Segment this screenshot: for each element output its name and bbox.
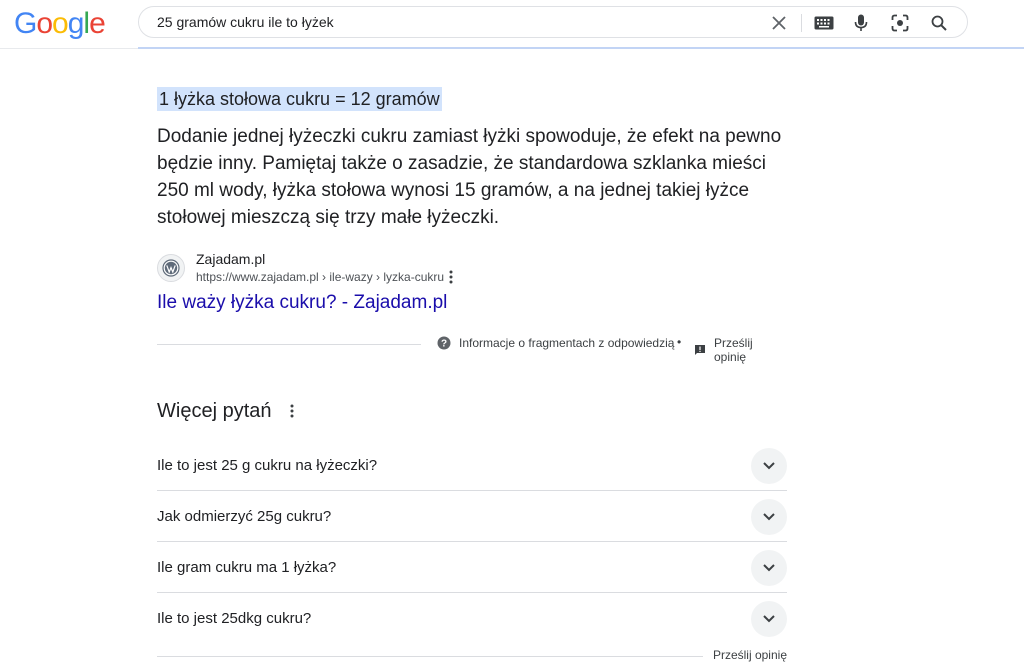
feedback-link[interactable]: Prześlij opinię bbox=[713, 648, 787, 662]
search-box bbox=[138, 6, 968, 38]
related-questions: Więcej pytań Ile to jest 25 g cukru na ł… bbox=[157, 398, 787, 668]
snippet-footer: ? Informacje o fragmentach z odpowiedzią… bbox=[157, 334, 787, 364]
feedback-label: Prześlij opinię bbox=[714, 336, 753, 364]
snippet-info-link[interactable]: ? Informacje o fragmentach z odpowiedzią bbox=[437, 336, 674, 350]
chevron-down-icon[interactable] bbox=[751, 601, 787, 637]
more-vert-icon[interactable] bbox=[284, 401, 300, 421]
logo-letter-o1: o bbox=[36, 7, 53, 40]
lens-icon[interactable] bbox=[888, 11, 912, 35]
question-text: Ile to jest 25 g cukru na łyżeczki? bbox=[157, 457, 378, 474]
keyboard-icon[interactable] bbox=[812, 11, 836, 35]
feedback-icon bbox=[694, 344, 706, 356]
svg-text:?: ? bbox=[441, 339, 447, 350]
header-bar: Google bbox=[0, 0, 1024, 48]
site-url: https://www.zajadam.pl › ile-wazy › lyzk… bbox=[196, 270, 445, 284]
question-item[interactable]: Jak odmierzyć 25g cukru? bbox=[157, 491, 787, 542]
related-questions-title: Więcej pytań bbox=[157, 400, 272, 422]
question-text: Ile gram cukru ma 1 łyżka? bbox=[157, 559, 337, 576]
snippet-info-label: Informacje o fragmentach z odpowiedzią bbox=[459, 336, 675, 350]
chevron-down-icon[interactable] bbox=[751, 499, 787, 535]
logo-letter-g2: g bbox=[67, 7, 85, 40]
search-divider bbox=[801, 14, 802, 32]
chevron-down-icon[interactable] bbox=[751, 550, 787, 586]
microphone-icon[interactable] bbox=[849, 11, 873, 35]
logo-letter-g: G bbox=[14, 7, 37, 40]
divider bbox=[157, 656, 703, 657]
google-logo[interactable]: Google bbox=[14, 6, 106, 42]
wordpress-icon bbox=[157, 254, 185, 282]
search-icon[interactable] bbox=[927, 11, 951, 35]
divider bbox=[157, 344, 421, 345]
question-item[interactable]: Ile gram cukru ma 1 łyżka? bbox=[157, 542, 787, 593]
result-link[interactable]: Ile waży łyżka cukru? - Zajadam.pl bbox=[157, 291, 447, 315]
logo-letter-o2: o bbox=[52, 7, 69, 40]
snippet-source[interactable]: Zajadam.pl https://www.zajadam.pl › ile-… bbox=[157, 250, 787, 290]
header-progress-line bbox=[138, 47, 1024, 49]
featured-snippet: 1 łyżka stołowa cukru = 12 gramów Dodani… bbox=[157, 87, 787, 231]
answer-title: 1 łyżka stołowa cukru = 12 gramów bbox=[157, 87, 442, 111]
question-text: Jak odmierzyć 25g cukru? bbox=[157, 508, 332, 525]
question-text: Ile to jest 25dkg cukru? bbox=[157, 610, 312, 627]
close-icon[interactable] bbox=[767, 11, 791, 35]
question-item[interactable]: Ile to jest 25 g cukru na łyżeczki? bbox=[157, 440, 787, 491]
more-vert-icon[interactable] bbox=[443, 268, 459, 286]
feedback-link[interactable]: Prześlij opinię bbox=[694, 336, 787, 364]
question-item[interactable]: Ile to jest 25dkg cukru? bbox=[157, 593, 787, 644]
search-input[interactable] bbox=[157, 7, 757, 37]
logo-letter-e: e bbox=[89, 7, 106, 40]
related-questions-footer: Prześlij opinię bbox=[157, 644, 787, 668]
footer-separator: • bbox=[677, 335, 682, 349]
chevron-down-icon[interactable] bbox=[751, 448, 787, 484]
help-icon: ? bbox=[437, 336, 451, 350]
answer-body: Dodanie jednej łyżeczki cukru zamiast ły… bbox=[157, 126, 782, 228]
site-name: Zajadam.pl bbox=[196, 251, 266, 267]
